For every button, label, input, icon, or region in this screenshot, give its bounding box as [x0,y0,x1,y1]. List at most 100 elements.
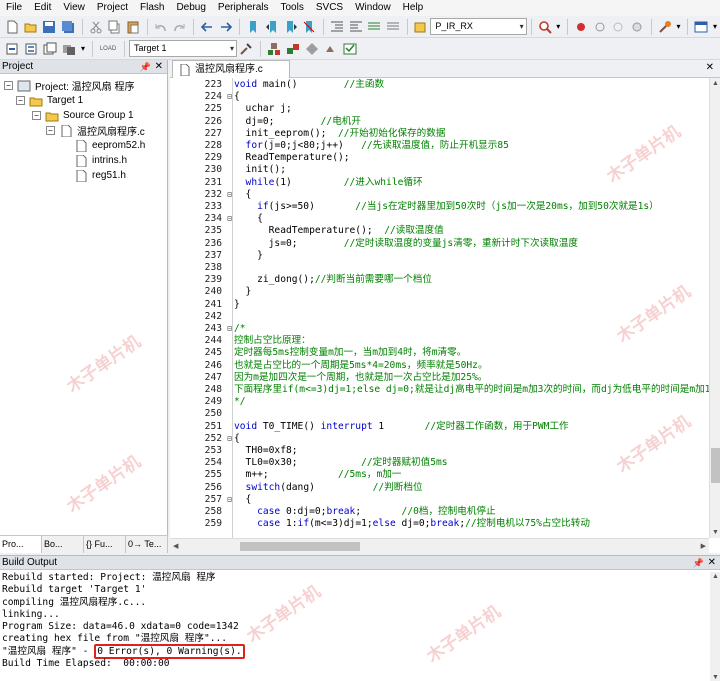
tab-templates[interactable]: 0→ Te... [126,536,168,553]
batch-build-icon[interactable] [60,40,78,58]
tree-item-target[interactable]: − Target 1 [16,93,83,108]
bookmark-clear-icon[interactable] [300,18,318,36]
close-icon[interactable]: ✕ [708,556,716,570]
collapse-toggle-icon[interactable]: − [32,111,41,120]
tree-item-source-file[interactable]: − 温控风扇程序.c [46,123,145,138]
scroll-down-icon[interactable]: ▼ [712,674,719,681]
breakpoint-icon[interactable] [572,18,590,36]
scroll-left-icon[interactable]: ◀ [173,542,178,550]
multi-project-icon[interactable] [341,40,359,58]
fold-marker-icon[interactable]: ⊟ [226,91,233,103]
pack-installer-icon[interactable] [303,40,321,58]
redo-icon[interactable] [170,18,188,36]
menu-item-view[interactable]: View [57,0,91,16]
fold-marker-icon[interactable]: ⊟ [226,323,233,335]
menu-item-debug[interactable]: Debug [170,0,211,16]
code-text: case 1:if(m<=3)dj=1;else dj=0;break;//控制… [234,518,590,530]
breakpoint-disable-icon[interactable] [591,18,609,36]
paste-icon[interactable] [124,18,142,36]
tab-functions[interactable]: {} Fu... [84,536,126,553]
close-icon[interactable]: ✕ [706,62,714,73]
cut-icon[interactable] [87,18,105,36]
tab-project[interactable]: Pro... [0,536,42,553]
find-combo[interactable]: P_IR_RX ▾ [430,18,527,35]
editor-tab[interactable]: 温控风扇程序.c [172,60,290,78]
menu-item-window[interactable]: Window [349,0,397,16]
bookmark-icon[interactable] [244,18,262,36]
download-icon[interactable]: LOAD [97,40,119,58]
dropdown-arrow-icon[interactable]: ▾ [711,18,719,36]
breakpoint-kill-icon[interactable] [628,18,646,36]
line-number: 244 [204,335,222,347]
pin-icon[interactable]: 📌 [140,60,151,74]
horizontal-scrollbar[interactable]: ◀ ▶ [170,538,709,553]
target-options-icon[interactable] [237,40,255,58]
tree-item-header-file[interactable]: reg51.h [74,168,126,183]
vertical-scrollbar[interactable]: ▲ ▼ [709,78,720,538]
nav-forward-icon[interactable] [217,18,235,36]
menu-item-file[interactable]: File [0,0,28,16]
new-file-icon[interactable] [3,18,21,36]
tree-item-header-file[interactable]: intrins.h [74,153,127,168]
menu-item-project[interactable]: Project [91,0,134,16]
code-comment: 也就是占空比的一个周期是5ms*4=20ms，频率就是50Hz。 [234,359,488,371]
rebuild-icon[interactable] [41,40,59,58]
tree-item-header-file[interactable]: eeprom52.h [74,138,145,153]
tab-books[interactable]: Bo... [42,536,84,553]
target-combo[interactable]: Target 1 ▾ [129,40,237,57]
find-in-files-icon[interactable] [412,18,430,36]
translate-icon[interactable] [3,40,21,58]
bookmark-next-icon[interactable] [282,18,300,36]
collapse-toggle-icon[interactable]: − [46,126,55,135]
dropdown-arrow-icon[interactable]: ▾ [675,18,683,36]
collapse-toggle-icon[interactable]: − [16,96,25,105]
fold-marker-icon[interactable]: ⊟ [226,494,233,506]
open-file-icon[interactable] [22,18,40,36]
configure-icon[interactable] [656,18,674,36]
dropdown-arrow-icon[interactable]: ▾ [554,18,562,36]
pin-icon[interactable]: 📌 [693,556,704,570]
menu-item-flash[interactable]: Flash [134,0,170,16]
menu-item-tools[interactable]: Tools [275,0,310,16]
menu-item-edit[interactable]: Edit [28,0,57,16]
undo-icon[interactable] [152,18,170,36]
code-comment: //定时读取温度的变量js清零，重新计时下次读取温度 [343,237,578,249]
bookmark-prev-icon[interactable] [263,18,281,36]
manage-components-icon[interactable] [265,40,283,58]
manage-rte-icon[interactable] [284,40,302,58]
fold-marker-icon[interactable]: ⊟ [226,189,233,201]
vertical-scrollbar[interactable]: ▲ ▼ [710,572,720,681]
indent-icon[interactable] [328,18,346,36]
select-software-packs-icon[interactable] [322,40,340,58]
tree-item-project[interactable]: − Project: 温控风扇 程序 [4,78,134,93]
copy-icon[interactable] [105,18,123,36]
code-editor[interactable]: 223 void main() //主函数 224 ⊟{225 uchar j; 226… [170,78,709,538]
window-layout-icon[interactable] [692,18,710,36]
code-line: 251 void T0_TIME() interrupt 1 //定时器工作函数，… [170,421,709,433]
tree-item-source-group[interactable]: − Source Group 1 [32,108,134,123]
close-icon[interactable]: ✕ [155,60,163,74]
fold-marker-icon[interactable]: ⊟ [226,433,233,445]
scrollbar-thumb[interactable] [711,448,720,483]
fold-marker-icon[interactable]: ⊟ [226,213,233,225]
scroll-right-icon[interactable]: ▶ [701,542,706,550]
scroll-down-icon[interactable]: ▼ [712,529,719,536]
save-icon[interactable] [40,18,58,36]
menu-item-svcs[interactable]: SVCS [310,0,349,16]
unindent-icon[interactable] [347,18,365,36]
comment-icon[interactable] [365,18,383,36]
code-text: { [234,189,252,201]
search-icon[interactable] [536,18,554,36]
scrollbar-thumb[interactable] [240,542,360,551]
build-icon[interactable] [22,40,40,58]
menu-item-peripherals[interactable]: Peripherals [212,0,275,16]
scroll-up-icon[interactable]: ▲ [712,80,719,87]
save-all-icon[interactable] [59,18,77,36]
uncomment-icon[interactable] [384,18,402,36]
breakpoint-clear-icon[interactable] [610,18,628,36]
dropdown-arrow-icon[interactable]: ▾ [79,40,87,58]
collapse-toggle-icon[interactable]: − [4,81,13,90]
menu-item-help[interactable]: Help [397,0,430,16]
scroll-up-icon[interactable]: ▲ [712,573,719,580]
nav-back-icon[interactable] [198,18,216,36]
